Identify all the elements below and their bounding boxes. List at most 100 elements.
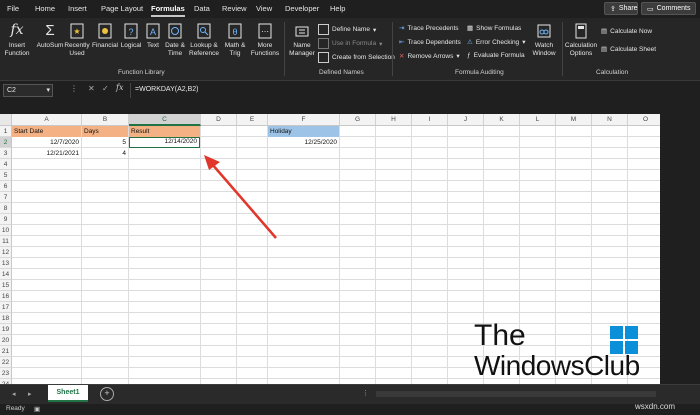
- cell-a1[interactable]: Start Date: [12, 126, 81, 137]
- math-trig-button[interactable]: θ Math & Trig: [221, 22, 249, 57]
- text-button[interactable]: A Text: [142, 22, 164, 50]
- show-formulas-button[interactable]: ▦ Show Formulas: [467, 24, 521, 33]
- sheet-tab-sheet1[interactable]: Sheet1: [48, 385, 88, 402]
- lookup-reference-button[interactable]: Lookup & Reference: [187, 22, 221, 57]
- tab-review[interactable]: Review: [222, 4, 247, 13]
- row-header-5[interactable]: 5: [0, 170, 12, 181]
- column-header-o[interactable]: O: [628, 114, 660, 126]
- row-header-3[interactable]: 3: [0, 148, 12, 159]
- scroll-left-icon[interactable]: ◂: [12, 390, 16, 398]
- row-header-17[interactable]: 17: [0, 302, 12, 313]
- tab-page-layout[interactable]: Page Layout: [101, 4, 143, 13]
- tab-help[interactable]: Help: [330, 4, 345, 13]
- row-header-22[interactable]: 22: [0, 357, 12, 368]
- insert-function-button[interactable]: fx Insert Function: [3, 22, 31, 57]
- financial-button[interactable]: Financial: [91, 22, 119, 50]
- row-header-12[interactable]: 12: [0, 247, 12, 258]
- select-all-corner[interactable]: [0, 114, 12, 126]
- evaluate-formula-button[interactable]: ƒ Evaluate Formula: [467, 52, 525, 59]
- cell-f1[interactable]: Holiday: [268, 126, 339, 137]
- vertical-scrollbar-area[interactable]: [660, 114, 700, 384]
- column-header-n[interactable]: N: [592, 114, 628, 126]
- cell-b1[interactable]: Days: [82, 126, 128, 137]
- formula-input[interactable]: =WORKDAY(A2,B2): [130, 83, 700, 98]
- row-header-11[interactable]: 11: [0, 236, 12, 247]
- row-header-7[interactable]: 7: [0, 192, 12, 203]
- cell-c2[interactable]: 12/14/2020: [129, 137, 200, 148]
- column-header-e[interactable]: E: [237, 114, 268, 126]
- row-header-18[interactable]: 18: [0, 313, 12, 324]
- enter-icon[interactable]: ✓: [102, 84, 109, 93]
- cancel-icon[interactable]: ✕: [88, 84, 95, 93]
- date-time-button[interactable]: Date & Time: [162, 22, 188, 57]
- row-header-15[interactable]: 15: [0, 280, 12, 291]
- logical-button[interactable]: ? Logical: [118, 22, 144, 50]
- create-from-selection-button[interactable]: Create from Selection: [318, 52, 395, 63]
- row-header-6[interactable]: 6: [0, 181, 12, 192]
- tab-home[interactable]: Home: [35, 4, 55, 13]
- row-header-2[interactable]: 2: [0, 137, 12, 148]
- row-header-20[interactable]: 20: [0, 335, 12, 346]
- column-header-g[interactable]: G: [340, 114, 376, 126]
- row-header-1[interactable]: 1: [0, 126, 12, 137]
- tab-developer[interactable]: Developer: [285, 4, 319, 13]
- more-functions-button[interactable]: ⋯ More Functions: [250, 22, 280, 57]
- cell-f2[interactable]: 12/25/2020: [268, 137, 339, 148]
- row-header-9[interactable]: 9: [0, 214, 12, 225]
- column-header-k[interactable]: K: [484, 114, 520, 126]
- row-header-10[interactable]: 10: [0, 225, 12, 236]
- row-header-4[interactable]: 4: [0, 159, 12, 170]
- column-header-d[interactable]: D: [201, 114, 237, 126]
- row-header-21[interactable]: 21: [0, 346, 12, 357]
- tab-splitter-icon[interactable]: ⋮: [362, 389, 369, 397]
- error-checking-button[interactable]: ⚠ Error Checking ▾: [467, 38, 525, 47]
- calculate-now-button[interactable]: ▤ Calculate Now: [601, 27, 652, 36]
- cell-a3[interactable]: 12/21/2021: [12, 148, 81, 159]
- cell-c1[interactable]: Result: [129, 126, 200, 137]
- column-header-a[interactable]: A: [12, 114, 82, 126]
- autosum-button[interactable]: Σ AutoSum: [36, 22, 64, 50]
- tab-formulas[interactable]: Formulas: [151, 4, 185, 17]
- column-header-j[interactable]: J: [448, 114, 484, 126]
- column-header-i[interactable]: I: [412, 114, 448, 126]
- column-header-c[interactable]: C: [129, 114, 201, 126]
- financial-book-icon: [96, 22, 114, 40]
- row-header-14[interactable]: 14: [0, 269, 12, 280]
- scroll-right-icon[interactable]: ▸: [28, 390, 32, 398]
- cell-b2[interactable]: 5: [82, 137, 128, 148]
- column-header-b[interactable]: B: [82, 114, 129, 126]
- comments-button[interactable]: ▭ Comments: [641, 2, 696, 15]
- remove-arrows-button[interactable]: ✕ Remove Arrows ▾: [399, 52, 460, 61]
- tab-view[interactable]: View: [256, 4, 272, 13]
- trace-precedents-button[interactable]: ⇥ Trace Precedents: [399, 24, 459, 33]
- tab-data[interactable]: Data: [194, 4, 210, 13]
- use-in-formula-button[interactable]: Use in Formula ▾: [318, 38, 382, 49]
- tab-insert[interactable]: Insert: [68, 4, 87, 13]
- row-header-19[interactable]: 19: [0, 324, 12, 335]
- horizontal-scrollbar[interactable]: [376, 391, 656, 397]
- name-manager-button[interactable]: Name Manager: [288, 22, 316, 57]
- calculation-options-button[interactable]: Calculation Options: [564, 22, 598, 57]
- column-header-m[interactable]: M: [556, 114, 592, 126]
- watch-window-button[interactable]: Watch Window: [530, 22, 558, 57]
- tab-file[interactable]: File: [7, 4, 19, 13]
- row-header-13[interactable]: 13: [0, 258, 12, 269]
- fx-icon[interactable]: fx: [116, 83, 123, 92]
- calculate-sheet-button[interactable]: ▤ Calculate Sheet: [601, 45, 656, 54]
- macro-recording-icon[interactable]: ▣: [34, 405, 40, 413]
- column-header-f[interactable]: F: [268, 114, 340, 126]
- cell-a2[interactable]: 12/7/2020: [12, 137, 81, 148]
- row-header-23[interactable]: 23: [0, 368, 12, 379]
- column-header-l[interactable]: L: [520, 114, 556, 126]
- cell-b3[interactable]: 4: [82, 148, 128, 159]
- row-header-8[interactable]: 8: [0, 203, 12, 214]
- row-header-16[interactable]: 16: [0, 291, 12, 302]
- recently-used-button[interactable]: ★ Recently Used: [63, 22, 91, 57]
- trace-dependents-button[interactable]: ⇤ Trace Dependents: [399, 38, 461, 47]
- share-button[interactable]: ⇪ Share: [604, 2, 638, 15]
- column-header-h[interactable]: H: [376, 114, 412, 126]
- name-box[interactable]: C2 ▾: [3, 84, 53, 97]
- define-name-button[interactable]: Define Name ▾: [318, 24, 376, 35]
- gridline-col: [339, 126, 340, 384]
- add-sheet-icon[interactable]: +: [100, 387, 114, 401]
